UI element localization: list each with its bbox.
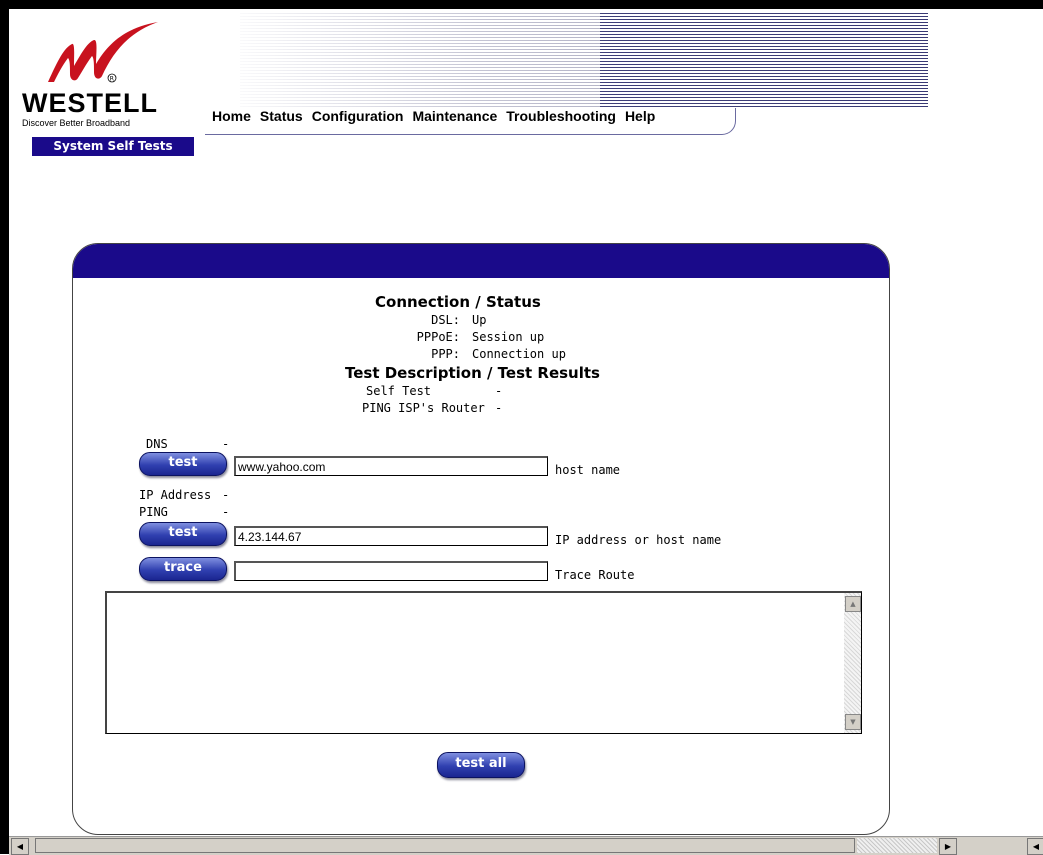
ip-address-label: IP Address bbox=[139, 488, 212, 502]
westell-w-logo-icon: R bbox=[48, 22, 158, 83]
nav-status[interactable]: Status bbox=[260, 108, 303, 124]
ping-test-button[interactable]: test bbox=[139, 522, 227, 546]
scroll-left-secondary-icon[interactable]: ◀ bbox=[1027, 838, 1043, 855]
dns-label: DNS bbox=[146, 437, 168, 451]
nav-home[interactable]: Home bbox=[212, 108, 251, 124]
self-test-result: - bbox=[495, 384, 503, 398]
panel-header bbox=[73, 244, 889, 278]
brand-tagline: Discover Better Broadband bbox=[22, 118, 131, 128]
pppoe-value: Session up bbox=[472, 330, 545, 344]
ping-router-label: PING ISP's Router bbox=[362, 401, 485, 415]
self-test-label: Self Test bbox=[366, 384, 432, 398]
main-nav: Home Status Configuration Maintenance Tr… bbox=[212, 108, 664, 124]
nav-troubleshooting[interactable]: Troubleshooting bbox=[506, 108, 616, 124]
nav-help[interactable]: Help bbox=[625, 108, 655, 124]
section-tab-system-self-tests: System Self Tests bbox=[32, 137, 194, 156]
scroll-down-icon[interactable]: ▼ bbox=[845, 714, 861, 730]
pppoe-label: PPPoE: bbox=[416, 330, 460, 344]
ping-host-input[interactable] bbox=[234, 526, 548, 546]
nav-configuration[interactable]: Configuration bbox=[312, 108, 404, 124]
scrollbar-track[interactable] bbox=[857, 838, 937, 853]
window-horizontal-scrollbar[interactable]: ◀ ▶ ◀ bbox=[9, 836, 1043, 855]
dns-host-input[interactable] bbox=[234, 456, 548, 476]
brand-name: WESTELL bbox=[22, 88, 158, 118]
trace-button[interactable]: trace bbox=[139, 557, 227, 581]
trace-host-input[interactable] bbox=[234, 561, 548, 581]
textarea-scrollbar[interactable]: ▲ ▼ bbox=[844, 593, 861, 733]
trace-hint: Trace Route bbox=[555, 568, 635, 582]
ping-result: - bbox=[222, 505, 230, 519]
westell-logo: R WESTELL Discover Better Broadband bbox=[20, 20, 200, 140]
ping-label: PING bbox=[139, 505, 168, 519]
ping-hint: IP address or host name bbox=[555, 533, 722, 547]
scroll-left-icon[interactable]: ◀ bbox=[11, 838, 29, 855]
dns-result: - bbox=[222, 437, 230, 451]
ping-router-result: - bbox=[495, 401, 503, 415]
nav-maintenance[interactable]: Maintenance bbox=[412, 108, 497, 124]
dns-test-button[interactable]: test bbox=[139, 452, 227, 476]
header-stripes-dark bbox=[600, 13, 928, 108]
connection-status-title: Connection / Status bbox=[375, 293, 541, 311]
ppp-value: Connection up bbox=[472, 347, 566, 361]
results-textarea[interactable]: ▲ ▼ bbox=[105, 591, 862, 734]
test-all-button[interactable]: test all bbox=[437, 752, 525, 778]
svg-text:R: R bbox=[110, 75, 114, 82]
dsl-value: Up bbox=[472, 313, 487, 327]
scroll-up-icon[interactable]: ▲ bbox=[845, 596, 861, 612]
ip-address-result: - bbox=[222, 488, 230, 502]
ppp-label: PPP: bbox=[431, 347, 460, 361]
test-description-title: Test Description / Test Results bbox=[345, 364, 600, 382]
dsl-label: DSL: bbox=[431, 313, 460, 327]
scroll-right-icon[interactable]: ▶ bbox=[939, 838, 957, 855]
scrollbar-thumb[interactable] bbox=[35, 838, 855, 853]
dns-hint: host name bbox=[555, 463, 621, 477]
